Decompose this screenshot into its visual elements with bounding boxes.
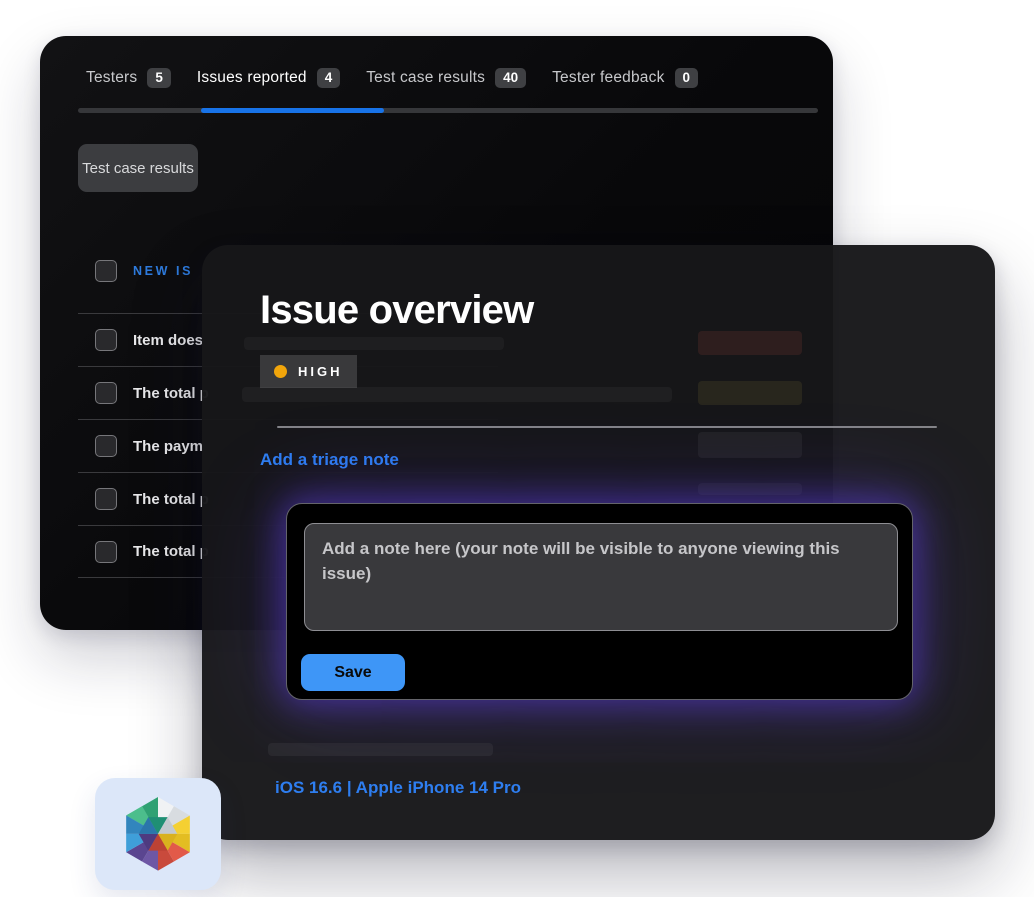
add-triage-note-link[interactable]: Add a triage note [260, 450, 399, 470]
section-divider [277, 426, 937, 428]
tab-count-badge: 4 [317, 68, 341, 88]
filter-chip-label: Test case results [82, 160, 194, 177]
page-title: Issue overview [260, 288, 533, 333]
row-checkbox[interactable] [95, 382, 117, 404]
hexagon-cubes-logo-icon [112, 786, 204, 883]
tab-bar: Testers 5 Issues reported 4 Test case re… [86, 68, 698, 88]
app-logo [95, 778, 221, 890]
issue-title: The total p [133, 543, 209, 560]
ghost-pill [698, 331, 802, 355]
ghost-label-bar [268, 743, 493, 756]
row-checkbox[interactable] [95, 329, 117, 351]
note-composer: Save [286, 503, 913, 700]
issue-list-header: NEW IS [95, 260, 193, 282]
device-info-link[interactable]: iOS 16.6 | Apple iPhone 14 Pro [275, 778, 521, 798]
row-checkbox[interactable] [95, 435, 117, 457]
ghost-pill [698, 483, 802, 495]
tab-testers[interactable]: Testers 5 [86, 68, 171, 88]
severity-label: HIGH [298, 364, 343, 379]
issue-title: The total p [133, 385, 209, 402]
tab-label: Test case results [366, 69, 485, 87]
tab-test-case-results[interactable]: Test case results 40 [366, 68, 526, 88]
ghost-text-bar [244, 337, 504, 350]
row-checkbox[interactable] [95, 488, 117, 510]
severity-badge: HIGH [260, 355, 357, 388]
filter-chip-test-case-results[interactable]: Test case results [78, 144, 198, 192]
tab-tester-feedback[interactable]: Tester feedback 0 [552, 68, 698, 88]
column-header-new-issues: NEW IS [133, 264, 193, 278]
row-checkbox[interactable] [95, 541, 117, 563]
active-tab-underline [201, 108, 384, 113]
tab-label: Testers [86, 69, 137, 87]
tab-count-badge: 40 [495, 68, 526, 88]
save-button[interactable]: Save [301, 654, 405, 691]
issue-title: The paym [133, 438, 203, 455]
select-all-checkbox[interactable] [95, 260, 117, 282]
issue-overview-modal: Issue overview HIGH Add a triage note Sa… [202, 245, 995, 840]
note-input[interactable] [304, 523, 898, 631]
page: Testers 5 Issues reported 4 Test case re… [0, 0, 1034, 897]
ghost-pill [698, 381, 802, 405]
tab-label: Tester feedback [552, 69, 664, 87]
tab-track [78, 108, 818, 113]
ghost-text-bar [242, 387, 672, 402]
tab-label: Issues reported [197, 69, 307, 87]
high-severity-dot-icon [274, 365, 287, 378]
issue-title: The total p [133, 491, 209, 508]
tab-count-badge: 5 [147, 68, 171, 88]
tab-count-badge: 0 [675, 68, 699, 88]
tab-issues-reported[interactable]: Issues reported 4 [197, 68, 340, 88]
ghost-pill [698, 432, 802, 458]
issue-title: Item does [133, 332, 203, 349]
